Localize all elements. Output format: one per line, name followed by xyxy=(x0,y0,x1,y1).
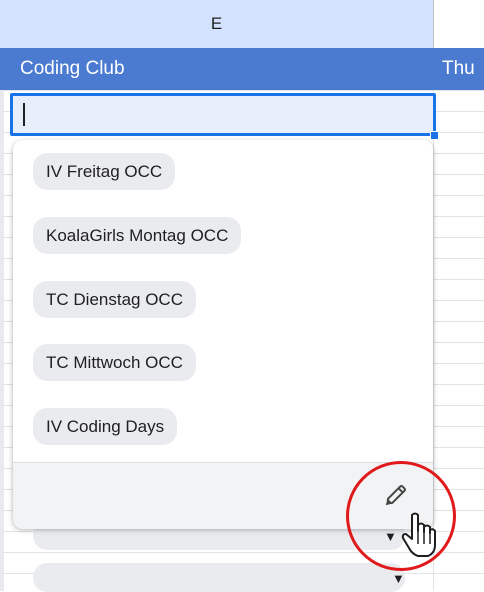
column-header-f[interactable] xyxy=(434,0,484,49)
cell-editor-input[interactable] xyxy=(10,93,436,136)
dropdown-arrow-icon[interactable]: ▼ xyxy=(392,571,405,586)
dropdown-option[interactable]: TC Dienstag OCC xyxy=(33,281,196,318)
dropdown-option[interactable]: KoalaGirls Montag OCC xyxy=(33,217,242,254)
text-caret xyxy=(23,103,25,126)
dropdown-option[interactable]: IV Freitag OCC xyxy=(33,153,176,190)
fill-handle[interactable] xyxy=(430,131,439,140)
cell-coding-club[interactable]: Coding Club xyxy=(20,58,125,80)
column-header-e[interactable]: E xyxy=(0,0,434,48)
cell-next-column[interactable]: Thu xyxy=(442,58,475,80)
dropdown-option[interactable]: TC Mittwoch OCC xyxy=(33,344,196,381)
dropdown-chip-cell[interactable] xyxy=(33,563,405,592)
row-edge xyxy=(0,48,4,591)
dropdown-option[interactable]: IV Coding Days xyxy=(33,408,178,445)
hand-pointer-icon xyxy=(401,512,436,557)
